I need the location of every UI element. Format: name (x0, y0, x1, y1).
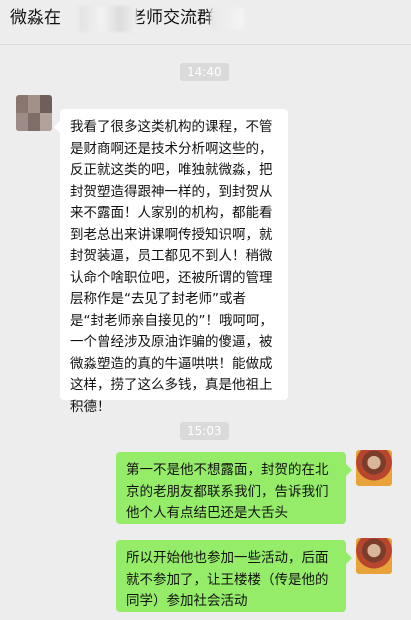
chat-header: 微淼在 老师交流群 (0, 0, 411, 40)
timestamp: 15:03 (180, 422, 229, 440)
timestamp: 14:40 (180, 63, 229, 81)
avatar[interactable] (356, 538, 392, 574)
header-divider (0, 44, 411, 45)
redacted-name-mask (210, 8, 244, 30)
message-text: 所以开始他也参加一些活动，后面就不参加了，让王楼楼（传是他的同学）参加社会活动 (126, 550, 329, 609)
message-text: 我看了很多这类机构的课程，不管是财商啊还是技术分析啊这些的，反正就这类的吧，唯独… (70, 119, 273, 415)
redacted-name-mask (79, 6, 137, 32)
avatar[interactable] (356, 450, 392, 486)
message-bubble-sent[interactable]: 第一不是他不想露面，封贺的在北京的老朋友都联系我们，告诉我们他个人有点结巴还是大… (116, 452, 352, 524)
message-text: 第一不是他不想露面，封贺的在北京的老朋友都联系我们，告诉我们他个人有点结巴还是大… (126, 462, 329, 521)
avatar[interactable] (16, 95, 52, 131)
message-bubble-sent[interactable]: 所以开始他也参加一些活动，后面就不参加了，让王楼楼（传是他的同学）参加社会活动 (116, 540, 352, 612)
message-bubble-received[interactable]: 我看了很多这类机构的课程，不管是财商啊还是技术分析啊这些的，反正就这类的吧，唯独… (54, 109, 288, 415)
